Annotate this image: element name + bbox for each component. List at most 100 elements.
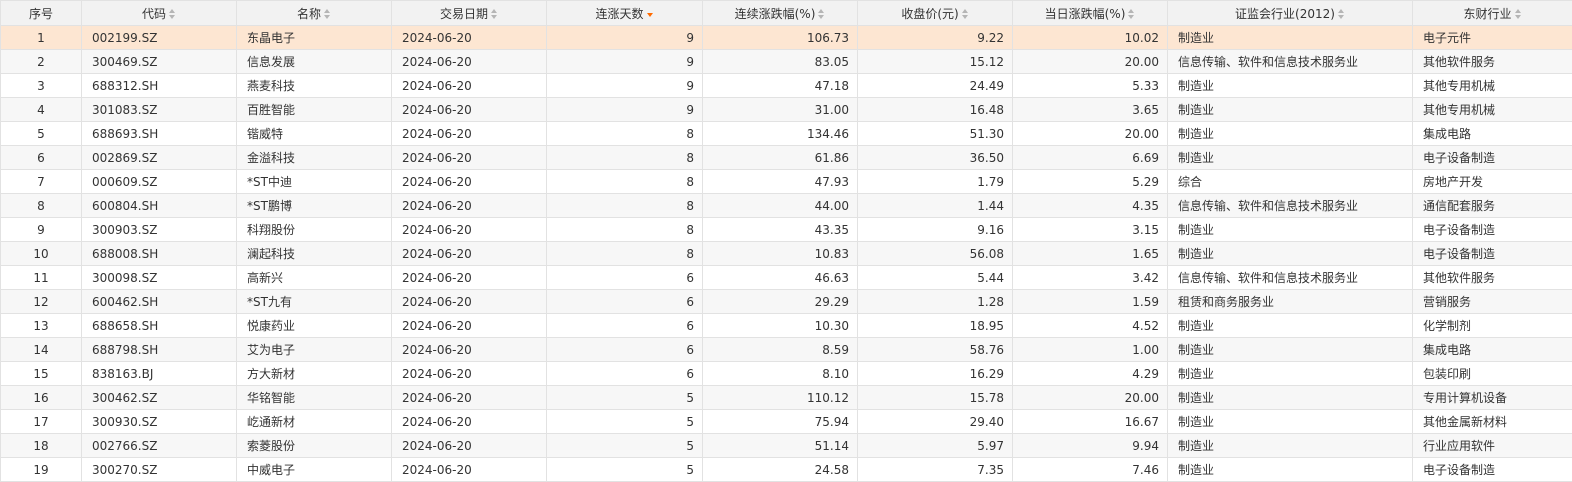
cell-close-price: 24.49 xyxy=(858,74,1013,98)
cell-cumulative-change: 61.86 xyxy=(703,146,858,170)
cell-cumulative-change: 10.30 xyxy=(703,314,858,338)
cell-index: 11 xyxy=(1,266,82,290)
cell-trade-date: 2024-06-20 xyxy=(392,146,547,170)
cell-eastmoney-industry: 电子元件 xyxy=(1413,26,1572,50)
table-row[interactable]: 2300469.SZ信息发展2024-06-20983.0515.1220.00… xyxy=(1,50,1572,74)
header-name[interactable]: 名称 xyxy=(237,1,392,26)
cell-consecutive-days: 8 xyxy=(547,242,703,266)
cell-name: 索菱股份 xyxy=(237,434,392,458)
cell-close-price: 5.97 xyxy=(858,434,1013,458)
cell-name: 科翔股份 xyxy=(237,218,392,242)
cell-cumulative-change: 29.29 xyxy=(703,290,858,314)
header-label: 收盘价(元) xyxy=(901,7,958,21)
cell-close-price: 15.12 xyxy=(858,50,1013,74)
cell-index: 5 xyxy=(1,122,82,146)
cell-name: 高新兴 xyxy=(237,266,392,290)
cell-daily-change: 20.00 xyxy=(1013,50,1168,74)
cell-csrc-industry: 制造业 xyxy=(1168,434,1413,458)
cell-trade-date: 2024-06-20 xyxy=(392,74,547,98)
cell-index: 8 xyxy=(1,194,82,218)
sort-icon[interactable] xyxy=(324,9,331,19)
sort-icon[interactable] xyxy=(818,9,825,19)
cell-name: 锴威特 xyxy=(237,122,392,146)
cell-eastmoney-industry: 电子设备制造 xyxy=(1413,146,1572,170)
sort-icon[interactable] xyxy=(962,9,969,19)
table-row[interactable]: 17300930.SZ屹通新材2024-06-20575.9429.4016.6… xyxy=(1,410,1572,434)
cell-daily-change: 16.67 xyxy=(1013,410,1168,434)
cell-consecutive-days: 5 xyxy=(547,386,703,410)
table-row[interactable]: 9300903.SZ科翔股份2024-06-20843.359.163.15制造… xyxy=(1,218,1572,242)
cell-daily-change: 9.94 xyxy=(1013,434,1168,458)
cell-trade-date: 2024-06-20 xyxy=(392,50,547,74)
cell-csrc-industry: 制造业 xyxy=(1168,338,1413,362)
table-row[interactable]: 18002766.SZ索菱股份2024-06-20551.145.979.94制… xyxy=(1,434,1572,458)
cell-name: 信息发展 xyxy=(237,50,392,74)
cell-consecutive-days: 6 xyxy=(547,362,703,386)
table-row[interactable]: 12600462.SH*ST九有2024-06-20629.291.281.59… xyxy=(1,290,1572,314)
cell-eastmoney-industry: 其他金属新材料 xyxy=(1413,410,1572,434)
table-row[interactable]: 6002869.SZ金溢科技2024-06-20861.8636.506.69制… xyxy=(1,146,1572,170)
cell-daily-change: 1.00 xyxy=(1013,338,1168,362)
cell-csrc-industry: 制造业 xyxy=(1168,314,1413,338)
cell-close-price: 1.79 xyxy=(858,170,1013,194)
header-csrc-industry[interactable]: 证监会行业(2012) xyxy=(1168,1,1413,26)
cell-code: 300098.SZ xyxy=(82,266,237,290)
cell-cumulative-change: 47.93 xyxy=(703,170,858,194)
cell-consecutive-days: 6 xyxy=(547,338,703,362)
cell-trade-date: 2024-06-20 xyxy=(392,410,547,434)
header-trade-date[interactable]: 交易日期 xyxy=(392,1,547,26)
header-eastmoney-industry[interactable]: 东财行业 xyxy=(1413,1,1572,26)
cell-csrc-industry: 制造业 xyxy=(1168,122,1413,146)
table-row[interactable]: 11300098.SZ高新兴2024-06-20646.635.443.42信息… xyxy=(1,266,1572,290)
table-row[interactable]: 8600804.SH*ST鹏博2024-06-20844.001.444.35信… xyxy=(1,194,1572,218)
header-label: 序号 xyxy=(29,7,53,21)
cell-daily-change: 4.29 xyxy=(1013,362,1168,386)
table-row[interactable]: 19300270.SZ中威电子2024-06-20524.587.357.46制… xyxy=(1,458,1572,482)
cell-csrc-industry: 制造业 xyxy=(1168,458,1413,482)
cell-daily-change: 5.29 xyxy=(1013,170,1168,194)
cell-code: 688312.SH xyxy=(82,74,237,98)
cell-code: 002199.SZ xyxy=(82,26,237,50)
table-row[interactable]: 16300462.SZ华铭智能2024-06-205110.1215.7820.… xyxy=(1,386,1572,410)
sort-icon[interactable] xyxy=(1515,9,1522,19)
header-close-price[interactable]: 收盘价(元) xyxy=(858,1,1013,26)
sort-icon[interactable] xyxy=(169,9,176,19)
table-row[interactable]: 3688312.SH燕麦科技2024-06-20947.1824.495.33制… xyxy=(1,74,1572,98)
cell-eastmoney-industry: 通信配套服务 xyxy=(1413,194,1572,218)
cell-daily-change: 20.00 xyxy=(1013,122,1168,146)
cell-csrc-industry: 制造业 xyxy=(1168,386,1413,410)
cell-trade-date: 2024-06-20 xyxy=(392,458,547,482)
cell-code: 002766.SZ xyxy=(82,434,237,458)
header-code[interactable]: 代码 xyxy=(82,1,237,26)
table-row[interactable]: 10688008.SH澜起科技2024-06-20810.8356.081.65… xyxy=(1,242,1572,266)
table-row[interactable]: 4301083.SZ百胜智能2024-06-20931.0016.483.65制… xyxy=(1,98,1572,122)
sort-icon[interactable] xyxy=(1338,9,1345,19)
sort-icon[interactable] xyxy=(1128,9,1135,19)
header-label: 证监会行业(2012) xyxy=(1235,7,1335,21)
cell-code: 301083.SZ xyxy=(82,98,237,122)
cell-cumulative-change: 110.12 xyxy=(703,386,858,410)
table-body: 1002199.SZ东晶电子2024-06-209106.739.2210.02… xyxy=(1,26,1572,482)
table-row[interactable]: 5688693.SH锴威特2024-06-208134.4651.3020.00… xyxy=(1,122,1572,146)
cell-close-price: 9.22 xyxy=(858,26,1013,50)
header-daily-change[interactable]: 当日涨跌幅(%) xyxy=(1013,1,1168,26)
cell-eastmoney-industry: 其他软件服务 xyxy=(1413,50,1572,74)
header-cumulative-change[interactable]: 连续涨跌幅(%) xyxy=(703,1,858,26)
cell-daily-change: 5.33 xyxy=(1013,74,1168,98)
cell-eastmoney-industry: 电子设备制造 xyxy=(1413,458,1572,482)
sort-icon[interactable] xyxy=(491,9,498,19)
table-row[interactable]: 15838163.BJ方大新材2024-06-2068.1016.294.29制… xyxy=(1,362,1572,386)
cell-csrc-industry: 制造业 xyxy=(1168,146,1413,170)
cell-code: 838163.BJ xyxy=(82,362,237,386)
cell-eastmoney-industry: 其他软件服务 xyxy=(1413,266,1572,290)
table-row[interactable]: 7000609.SZ*ST中迪2024-06-20847.931.795.29综… xyxy=(1,170,1572,194)
cell-eastmoney-industry: 电子设备制造 xyxy=(1413,218,1572,242)
cell-consecutive-days: 8 xyxy=(547,170,703,194)
sort-desc-icon[interactable] xyxy=(647,9,654,19)
cell-daily-change: 10.02 xyxy=(1013,26,1168,50)
cell-trade-date: 2024-06-20 xyxy=(392,194,547,218)
header-consecutive-days[interactable]: 连涨天数 xyxy=(547,1,703,26)
table-row[interactable]: 13688658.SH悦康药业2024-06-20610.3018.954.52… xyxy=(1,314,1572,338)
table-row[interactable]: 14688798.SH艾为电子2024-06-2068.5958.761.00制… xyxy=(1,338,1572,362)
table-row[interactable]: 1002199.SZ东晶电子2024-06-209106.739.2210.02… xyxy=(1,26,1572,50)
